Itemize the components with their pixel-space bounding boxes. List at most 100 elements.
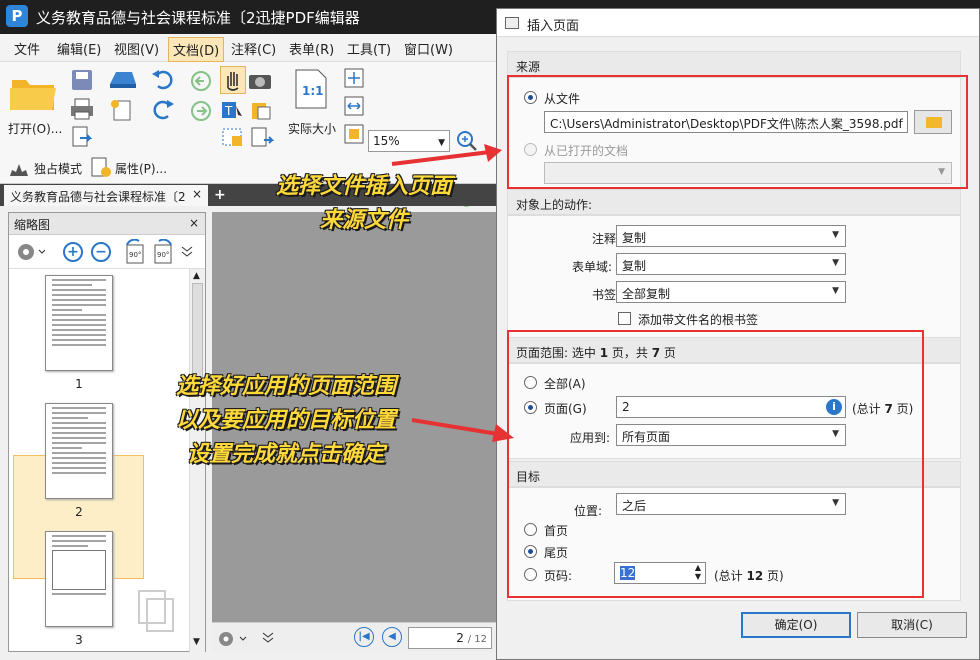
previous-page-button[interactable]: ◀ — [382, 627, 402, 647]
page-thumbnail-2[interactable] — [45, 403, 113, 499]
range-target-highlight-box — [507, 330, 924, 598]
dialog-title-bar: 插入页面 — [497, 9, 979, 37]
exclusive-mode-label[interactable]: 独占模式 — [34, 160, 82, 177]
new-document-icon[interactable] — [108, 98, 138, 122]
bookmarks-action-select[interactable]: 全部复制 ▼ — [616, 281, 846, 303]
actions-header: 对象上的动作: — [516, 198, 593, 212]
page-number-label: 3 — [75, 633, 83, 647]
svg-text:T: T — [224, 104, 233, 118]
actions-section: 注释: 复制 ▼ 表单域: 复制 ▼ 书签: 全部复制 ▼ 添加带文件名的根书签 — [507, 215, 961, 339]
print-icon[interactable] — [70, 98, 94, 120]
total-pages: / 12 — [467, 634, 487, 645]
close-tab-icon[interactable]: × — [192, 187, 202, 201]
scroll-down-icon[interactable]: ▼ — [193, 637, 200, 647]
menu-window[interactable]: 窗口(W) — [404, 39, 453, 58]
page-thumbnail-1[interactable] — [45, 275, 113, 371]
form-fields-action-value: 复制 — [622, 259, 647, 273]
menu-view[interactable]: 视图(V) — [114, 39, 159, 58]
view-settings-gear-icon[interactable] — [216, 629, 250, 649]
ok-button[interactable]: 确定(O) — [741, 612, 851, 638]
crop-icon[interactable] — [220, 126, 246, 148]
fit-page-icon[interactable] — [344, 68, 364, 88]
rotate-cw-90-icon[interactable]: 90° — [151, 239, 175, 265]
save-icon[interactable] — [70, 68, 94, 92]
page-number-input[interactable]: 2 / 12 — [408, 627, 492, 649]
actual-size-label[interactable]: 实际大小 — [288, 120, 336, 137]
menu-document[interactable]: 文档(D) — [168, 37, 225, 62]
cancel-button[interactable]: 取消(C) — [857, 612, 967, 638]
form-fields-action-select[interactable]: 复制 ▼ — [616, 253, 846, 275]
ribbon-toolbar: 打开(O)... T 1:1 实际大小 15% ▼ + 放大 − 缩小 — [0, 62, 500, 207]
actions-section-header: 对象上的动作: — [507, 189, 961, 215]
root-bookmark-checkbox[interactable] — [618, 312, 631, 325]
document-tab[interactable]: 义务教育品德与社会课程标准〔2 × — [4, 185, 208, 206]
app-logo: P — [6, 5, 28, 27]
thumbnail-pane-header: 缩略图 × — [9, 213, 205, 235]
menu-bar: 文件 编辑(E) 视图(V) 文档(D) 注释(C) 表单(R) 工具(T) 窗… — [0, 34, 500, 62]
source-highlight-box — [507, 75, 968, 189]
arrow-to-range-icon — [411, 418, 514, 442]
callout-range-line3: 设置完成就点击确定 — [186, 442, 385, 467]
gear-icon[interactable] — [15, 241, 45, 263]
chevron-down-icon: ▼ — [832, 230, 839, 240]
svg-text:90°: 90° — [157, 251, 169, 259]
actual-size-glyph: 1:1 — [302, 84, 324, 98]
form-label: 表单域: — [572, 260, 613, 274]
open-folder-icon[interactable] — [8, 70, 58, 114]
first-page-button[interactable]: |◀ — [354, 627, 374, 647]
exclusive-mode-icon[interactable] — [8, 158, 30, 178]
annotations-action-select[interactable]: 复制 ▼ — [616, 225, 846, 247]
scroll-up-icon[interactable]: ▲ — [193, 271, 200, 281]
fit-width-icon[interactable] — [344, 96, 364, 116]
select-text-icon[interactable]: T — [220, 100, 244, 120]
page-tools-icon[interactable] — [248, 126, 274, 148]
page-number-label: 1 — [75, 377, 83, 391]
close-pane-icon[interactable]: × — [189, 216, 199, 230]
thumbnail-zoom-in-icon[interactable]: + — [63, 242, 83, 262]
export-icon[interactable] — [70, 126, 94, 148]
callout-source-line1: 选择文件插入页面 — [275, 174, 452, 199]
chevron-down-double-icon[interactable] — [262, 631, 274, 645]
back-icon[interactable] — [190, 70, 212, 92]
paste-icon[interactable] — [248, 100, 274, 120]
root-bookmark-label[interactable]: 添加带文件名的根书签 — [638, 311, 758, 328]
menu-file[interactable]: 文件 — [14, 39, 40, 58]
chevron-down-icon: ▼ — [832, 258, 839, 268]
fit-visible-icon[interactable] — [344, 124, 364, 144]
menu-edit[interactable]: 编辑(E) — [57, 39, 101, 58]
app-window: P 义务教育品德与社会课程标准〔2迅捷PDF编辑器 文件 编辑(E) 视图(V)… — [0, 0, 980, 660]
new-tab-button[interactable]: + — [214, 187, 226, 203]
chevron-down-double-icon[interactable] — [181, 245, 193, 257]
source-section-header: 来源 — [507, 51, 961, 77]
chevron-down-icon: ▼ — [832, 286, 839, 296]
bookmarks-action-value: 全部复制 — [622, 287, 671, 301]
window-title: 义务教育品德与社会课程标准〔2迅捷PDF编辑器 — [36, 9, 360, 27]
page-number-label: 2 — [75, 505, 83, 519]
properties-label[interactable]: 属性(P)... — [115, 160, 167, 177]
snapshot-camera-icon[interactable] — [248, 70, 272, 90]
menu-form[interactable]: 表单(R) — [289, 39, 334, 58]
page-thumbnail-3[interactable] — [45, 531, 113, 627]
forward-icon[interactable] — [190, 100, 212, 122]
hand-tool-icon[interactable] — [220, 66, 246, 94]
rotate-ccw-90-icon[interactable]: 90° — [123, 239, 147, 265]
svg-text:90°: 90° — [129, 251, 141, 259]
callout-range-line1: 选择好应用的页面范围 — [175, 374, 396, 399]
undo-icon[interactable] — [150, 68, 176, 90]
properties-icon[interactable] — [90, 156, 112, 178]
thumbnail-zoom-out-icon[interactable]: − — [91, 242, 111, 262]
menu-comment[interactable]: 注释(C) — [231, 39, 276, 58]
redo-icon[interactable] — [150, 98, 176, 120]
scan-icon[interactable] — [108, 68, 138, 90]
current-page: 2 — [456, 631, 464, 645]
pages-watermark-icon — [138, 590, 174, 632]
menu-tools[interactable]: 工具(T) — [347, 39, 391, 58]
dialog-window-icon — [505, 17, 519, 29]
callout-source-line2: 来源文件 — [319, 208, 408, 233]
callout-range: 选择好应用的页面范围 以及要应用的目标位置 设置完成就点击确定 — [146, 370, 426, 472]
annotations-action-value: 复制 — [622, 231, 647, 245]
thumbnail-pane-title: 缩略图 — [14, 218, 51, 232]
scrollbar-thumb[interactable] — [192, 283, 203, 381]
source-header: 来源 — [516, 60, 541, 74]
open-button-label[interactable]: 打开(O)... — [8, 120, 62, 137]
